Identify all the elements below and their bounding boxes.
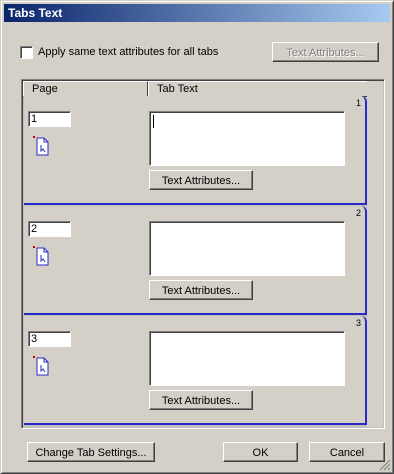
tab-row: 1 1 Text Attributes... — [24, 96, 367, 205]
title-bar[interactable]: Tabs Text — [4, 4, 390, 22]
page-number-input[interactable]: 3 — [28, 331, 71, 347]
tab-row: 3 3 Text Attributes... — [24, 316, 367, 425]
change-tab-settings-button[interactable]: Change Tab Settings... — [27, 442, 155, 462]
window-title: Tabs Text — [8, 6, 63, 20]
tabs-list: Page Tab Text 1 1 Text Attributes... 2 2 — [21, 79, 385, 429]
tab-text-input[interactable] — [149, 111, 345, 166]
text-attributes-button[interactable]: Text Attributes... — [149, 170, 253, 190]
tabs-text-dialog: Tabs Text Apply same text attributes for… — [0, 0, 394, 474]
tab-text-input[interactable] — [149, 221, 345, 276]
page-icon — [33, 356, 49, 376]
tab-number: 3 — [355, 318, 361, 328]
apply-same-label[interactable]: Apply same text attributes for all tabs — [38, 46, 218, 58]
tab-number: 2 — [355, 208, 361, 218]
tab-row: 2 2 Text Attributes... — [24, 206, 367, 315]
cancel-button[interactable]: Cancel — [309, 442, 385, 462]
vertical-scrollbar[interactable] — [367, 81, 383, 427]
column-header-page[interactable]: Page — [23, 81, 148, 97]
text-attributes-button[interactable]: Text Attributes... — [149, 390, 253, 410]
ok-button[interactable]: OK — [223, 442, 298, 462]
tab-number: 1 — [355, 98, 361, 108]
apply-same-checkbox[interactable] — [20, 46, 33, 59]
page-number-input[interactable]: 2 — [28, 221, 71, 237]
text-attributes-all-button[interactable]: Text Attributes... — [272, 42, 379, 62]
tab-text-input[interactable] — [149, 331, 345, 386]
page-number-input[interactable]: 1 — [28, 111, 71, 127]
column-header-tab-text[interactable]: Tab Text — [148, 81, 370, 97]
resize-grip-icon[interactable] — [379, 459, 391, 471]
page-icon — [33, 246, 49, 266]
text-caret — [153, 115, 154, 128]
text-attributes-button[interactable]: Text Attributes... — [149, 280, 253, 300]
page-icon — [33, 136, 49, 156]
